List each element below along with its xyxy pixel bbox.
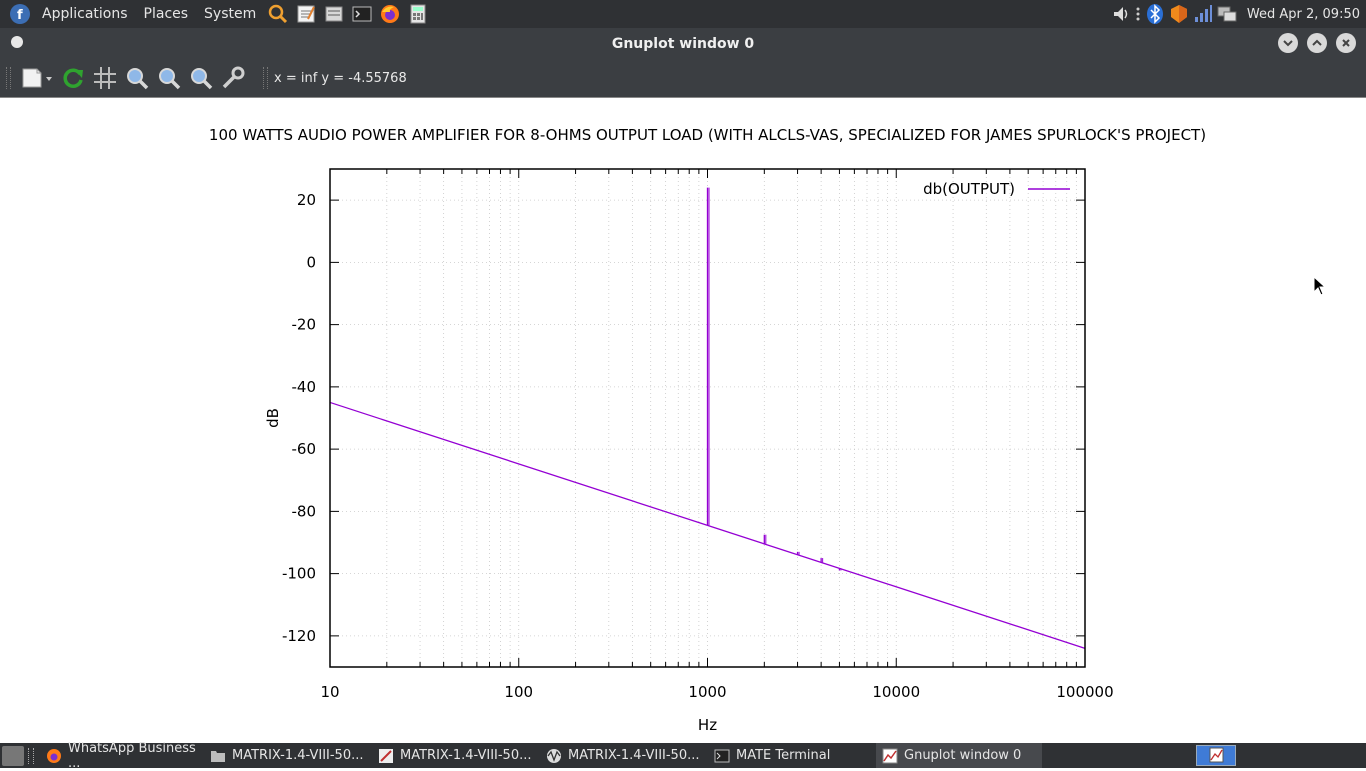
chevron-down-icon [1283,40,1293,47]
settings-button[interactable] [218,63,248,93]
clock[interactable]: Wed Apr 2, 09:50 [1239,7,1366,22]
wave-icon [546,748,562,764]
security-shield-icon[interactable] [1168,3,1190,25]
zoom-previous-button[interactable] [122,63,152,93]
task-label: WhatsApp Business ... [68,740,196,771]
task-mate-terminal[interactable]: MATE Terminal [708,743,874,768]
volume-icon[interactable] [1110,3,1132,25]
task-matrix-editor[interactable]: MATRIX-1.4-VIII-50... [372,743,538,768]
window-titlebar[interactable]: Gnuplot window 0 [0,28,1366,59]
y-tick-label: -40 [292,378,317,396]
replot-button[interactable] [58,63,88,93]
task-label: MATRIX-1.4-VIII-50... [400,748,532,763]
task-gnuplot-window[interactable]: Gnuplot window 0 [876,743,1042,768]
firefox-icon [46,748,62,764]
applications-menu[interactable]: Applications [34,0,136,28]
zoom-icon [191,68,213,90]
text-editor-launcher-icon[interactable] [294,2,318,26]
x-tick-label: 10000 [872,683,920,701]
y-axis-label: dB [264,408,282,428]
network-connection-icon[interactable] [1216,3,1238,25]
plot-canvas[interactable]: 10 100 1000 10000 100000 20 0 -20 -40 -60 -80 -100 -… [0,97,1366,744]
network-signal-icon[interactable] [1192,3,1214,25]
firefox-launcher-icon[interactable] [378,2,402,26]
bluetooth-icon[interactable] [1144,3,1166,25]
task-label: MATRIX-1.4-VIII-50... [232,748,364,763]
svg-text:f: f [17,8,23,23]
tick-labels: 10 100 1000 10000 100000 20 0 -20 -40 -60 -80 -100 -… [282,191,1114,701]
y-tick-label: 20 [297,191,316,209]
chart-title: 100 WATTS AUDIO POWER AMPLIFIER FOR 8-OH… [209,126,1206,144]
file-manager-launcher-icon[interactable] [322,2,346,26]
x-tick-label: 10 [320,683,339,701]
toolbar-grip[interactable] [6,67,11,89]
y-tick-label: -20 [292,316,317,334]
terminal-launcher-icon[interactable] [350,2,374,26]
x-tick-label: 100000 [1056,683,1113,701]
maximize-button[interactable] [1307,33,1327,53]
fedora-logo-icon[interactable]: f [8,2,32,26]
folder-icon [210,748,226,764]
y-tick-label: -100 [282,565,316,583]
calculator-launcher-icon[interactable] [406,2,430,26]
wrench-icon [222,66,245,89]
more-options-icon[interactable] [1134,3,1142,25]
show-desktop-button[interactable] [2,745,24,766]
autoscale-button[interactable] [186,63,216,93]
bottom-taskbar: WhatsApp Business ... MATRIX-1.4-VIII-50… [0,740,1366,771]
close-button[interactable] [1336,33,1356,53]
places-menu[interactable]: Places [136,0,197,28]
window-title: Gnuplot window 0 [611,35,755,52]
export-icon [22,68,52,88]
task-matrix-wave[interactable]: MATRIX-1.4-VIII-50... [540,743,706,768]
legend: db(OUTPUT) [923,180,1070,198]
export-button[interactable] [18,63,56,93]
y-tick-label: -120 [282,627,316,645]
gnuplot-icon [1209,747,1224,763]
y-tick-label: -60 [292,440,317,458]
y-tick-label: -80 [292,502,317,520]
editor-icon [378,748,394,764]
task-whatsapp[interactable]: WhatsApp Business ... [40,740,202,771]
terminal-icon [714,748,730,764]
search-launcher-icon[interactable] [266,2,290,26]
gnuplot-icon [882,748,898,764]
grid-toggle-button[interactable] [90,63,120,93]
task-label: MATRIX-1.4-VIII-50... [568,748,700,763]
mouse-cursor-icon [1313,276,1327,296]
zoom-icon [127,68,149,90]
task-label: MATE Terminal [736,748,831,763]
close-icon [1342,39,1350,47]
plot-svg[interactable]: 10 100 1000 10000 100000 20 0 -20 -40 -60 -80 -100 -… [0,98,1366,744]
x-axis-label: Hz [698,716,717,734]
gnuplot-toolbar: x = inf y = -4.55768 [0,59,1366,97]
toolbar-grip[interactable] [263,67,268,89]
legend-label: db(OUTPUT) [923,180,1015,198]
system-tray: Wed Apr 2, 09:50 [1109,0,1366,28]
chevron-up-icon [1312,39,1322,46]
zoom-icon [159,68,181,90]
system-menu[interactable]: System [196,0,264,28]
y-tick-label: 0 [306,253,316,271]
window-menu-icon[interactable] [11,36,23,48]
zoom-next-button[interactable] [154,63,184,93]
mouse-coordinates-readout: x = inf y = -4.55768 [274,70,407,86]
task-label: Gnuplot window 0 [904,748,1022,763]
task-matrix-folder[interactable]: MATRIX-1.4-VIII-50... [204,743,370,768]
top-panel: f Applications Places System Wed Apr 2, … [0,0,1366,28]
x-tick-label: 100 [504,683,533,701]
workspace-switcher[interactable] [1196,745,1236,766]
grid-icon [94,67,116,89]
refresh-icon [63,68,83,88]
x-tick-label: 1000 [688,683,726,701]
taskbar-grip[interactable] [28,747,34,764]
minimize-button[interactable] [1278,33,1298,53]
